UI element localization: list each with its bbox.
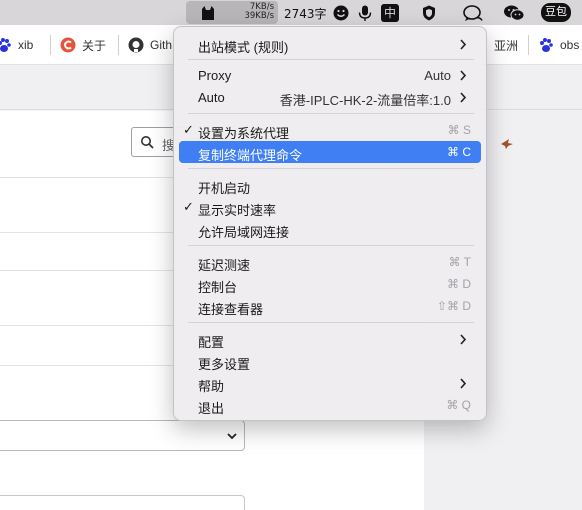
- menu-item-help[interactable]: 帮助: [179, 372, 481, 394]
- menu-item-label: 配置: [198, 335, 225, 350]
- menu-item-label: Auto: [198, 90, 225, 105]
- clashx-status-item[interactable]: 7KB/s 39KB/s: [186, 1, 278, 24]
- bookmark-about[interactable]: 关于: [60, 35, 106, 55]
- baidu-paw-icon: [540, 38, 553, 52]
- menu-item-value: 香港-IPLC-HK-2-流量倍率:1.0: [279, 93, 451, 108]
- menu-item-value: Auto: [424, 68, 451, 83]
- smile-face-icon[interactable]: [332, 4, 350, 22]
- chevron-right-icon: [460, 378, 467, 389]
- menu-item-label: 控制台: [198, 280, 238, 295]
- wechat-icon[interactable]: [503, 4, 525, 22]
- menu-item-outbound-mode[interactable]: 出站模式 (规则): [179, 33, 481, 55]
- menu-item-dashboard[interactable]: 控制台 ⌘ D: [179, 273, 481, 295]
- menu-item-label: 开机启动: [198, 181, 251, 196]
- clashx-cat-icon: [202, 6, 214, 20]
- bookmark-label: xib: [18, 38, 34, 52]
- bookmark-label: obs: [560, 38, 580, 52]
- menu-separator: [188, 113, 474, 114]
- menu-separator: [188, 245, 474, 246]
- menu-item-label: Proxy: [198, 68, 232, 83]
- menu-item-label: 退出: [198, 401, 225, 416]
- select-dropdown[interactable]: [0, 420, 245, 451]
- input-method-icon[interactable]: 中: [381, 4, 399, 22]
- menu-item-copy-terminal-command[interactable]: 复制终端代理命令 ⌘ C: [179, 141, 481, 163]
- menu-item-set-system-proxy[interactable]: ✓ 设置为系统代理 ⌘ S: [179, 119, 481, 141]
- bookmark-github[interactable]: Gith: [128, 35, 172, 55]
- menu-separator: [188, 322, 474, 323]
- bookmark-label: Gith: [150, 38, 173, 52]
- chevron-right-icon: [460, 39, 467, 50]
- menu-item-quit[interactable]: 退出 ⌘ Q: [179, 394, 481, 416]
- menu-item-label: 延迟测速: [198, 258, 251, 273]
- word-count[interactable]: 2743字: [284, 5, 327, 22]
- menu-shortcut: ⌘ S: [447, 123, 471, 137]
- chevron-right-icon: [460, 92, 467, 103]
- bookmark-divider: [118, 35, 119, 55]
- checkmark-icon: ✓: [183, 199, 194, 214]
- bookmark-xib[interactable]: xib: [0, 35, 33, 55]
- download-speed: 39KB/s: [244, 11, 274, 21]
- menu-shortcut: ⌘ D: [447, 277, 471, 291]
- text-input[interactable]: [0, 495, 245, 510]
- chevron-down-icon: [227, 433, 237, 440]
- menu-item-label: 帮助: [198, 379, 225, 394]
- baidu-paw-icon: [0, 38, 11, 52]
- menu-item-config[interactable]: 配置: [179, 328, 481, 350]
- checkmark-icon: ✓: [183, 122, 194, 137]
- menu-item-label: 连接查看器: [198, 302, 264, 317]
- menu-item-more-settings[interactable]: 更多设置: [179, 350, 481, 372]
- menu-item-auto[interactable]: Auto 香港-IPLC-HK-2-流量倍率:1.0: [179, 86, 481, 108]
- douban-icon[interactable]: 豆包: [541, 3, 571, 22]
- menu-item-show-speed[interactable]: ✓ 显示实时速率: [179, 196, 481, 218]
- menu-item-latency-test[interactable]: 延迟测速 ⌘ T: [179, 251, 481, 273]
- macos-menubar: 7KB/s 39KB/s 2743字 中 豆包: [0, 0, 582, 25]
- menu-item-start-at-login[interactable]: 开机启动: [179, 174, 481, 196]
- menu-item-label: 允许局域网连接: [198, 225, 290, 240]
- menu-item-label: 更多设置: [198, 357, 251, 372]
- network-speed: 7KB/s 39KB/s: [222, 3, 274, 21]
- clashx-menu: 出站模式 (规则) Proxy Auto Auto 香港-IPLC-HK-2-流…: [173, 26, 487, 421]
- menu-item-label: 设置为系统代理: [198, 126, 290, 141]
- menu-separator: [188, 59, 474, 60]
- bookmark-asia[interactable]: 亚洲: [494, 35, 518, 55]
- menu-shortcut: ⌘ T: [448, 255, 471, 269]
- c-circle-icon: [60, 37, 76, 53]
- menu-separator: [188, 168, 474, 169]
- search-icon: [141, 136, 154, 149]
- microphone-icon[interactable]: [356, 4, 374, 22]
- menu-item-label: 出站模式 (规则): [198, 40, 289, 55]
- shield-icon[interactable]: [420, 4, 438, 22]
- chevron-right-icon: [460, 70, 467, 81]
- menu-shortcut: ⌘ C: [447, 145, 471, 159]
- menu-item-proxy[interactable]: Proxy Auto: [179, 64, 481, 86]
- bookmark-divider: [528, 35, 529, 55]
- menu-item-allow-lan[interactable]: 允许局域网连接: [179, 218, 481, 240]
- bookmark-divider: [50, 35, 51, 55]
- menu-item-label: 显示实时速率: [198, 203, 277, 218]
- menu-shortcut: ⌘ Q: [446, 398, 471, 412]
- bird-icon: [501, 139, 513, 149]
- bookmark-label: 关于: [82, 38, 107, 53]
- menu-item-connections[interactable]: 连接查看器 ⇧⌘ D: [179, 295, 481, 317]
- github-icon: [128, 37, 144, 53]
- menu-item-label: 复制终端代理命令: [198, 148, 303, 163]
- chevron-right-icon: [460, 334, 467, 345]
- chat-bubble-icon[interactable]: [462, 4, 484, 22]
- bookmark-label: 亚洲: [494, 38, 519, 53]
- bookmark-obs[interactable]: obs: [538, 35, 579, 55]
- menu-shortcut: ⇧⌘ D: [436, 299, 471, 313]
